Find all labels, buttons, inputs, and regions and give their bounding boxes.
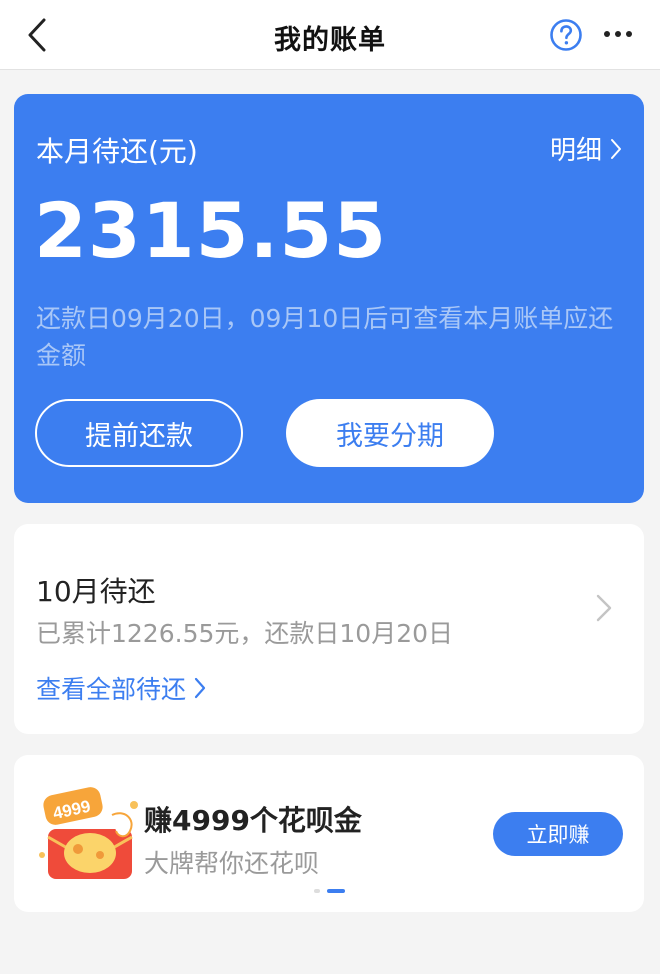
promo-title: 赚4999个花呗金: [144, 804, 362, 837]
carousel-dot[interactable]: [314, 889, 320, 893]
earn-now-button[interactable]: 立即赚: [493, 812, 623, 856]
more-button[interactable]: [598, 22, 638, 46]
bill-amount: 2315.55: [34, 186, 388, 275]
bill-label: 本月待还(元): [36, 135, 198, 168]
next-month-summary: 已累计1226.55元，还款日10月20日: [36, 619, 454, 648]
detail-label: 明细: [549, 136, 602, 166]
installment-button[interactable]: 我要分期: [286, 399, 494, 467]
carousel-dot-active[interactable]: [327, 889, 345, 893]
next-month-title: 10月待还: [36, 575, 156, 608]
bill-note: 还款日09月20日，09月10日后可查看本月账单应还金额: [36, 304, 614, 370]
navigation-bar: 我的账单: [0, 0, 660, 70]
chevron-right-icon: [611, 138, 621, 159]
help-circle-icon[interactable]: [549, 18, 583, 52]
next-month-card[interactable]: 10月待还 已累计1226.55元，还款日10月20日 查看全部待还: [14, 524, 644, 734]
promo-banner[interactable]: 4999 赚4999个花呗金 大牌帮你还花呗 立即赚: [14, 755, 644, 912]
promo-subtitle: 大牌帮你还花呗: [144, 849, 320, 878]
current-bill-card: 本月待还(元) 明细 2315.55 还款日09月20日，09月10日后可查看本…: [14, 94, 644, 503]
gift-envelope-icon: 4999: [39, 787, 138, 879]
chevron-right-icon: [596, 594, 612, 622]
chevron-right-icon: [194, 677, 206, 699]
more-icon: [604, 31, 632, 37]
view-all-label: 查看全部待还: [36, 675, 187, 704]
view-all-pending-link[interactable]: 查看全部待还: [36, 670, 206, 706]
prepay-button[interactable]: 提前还款: [35, 399, 243, 467]
detail-link[interactable]: 明细: [550, 130, 622, 167]
